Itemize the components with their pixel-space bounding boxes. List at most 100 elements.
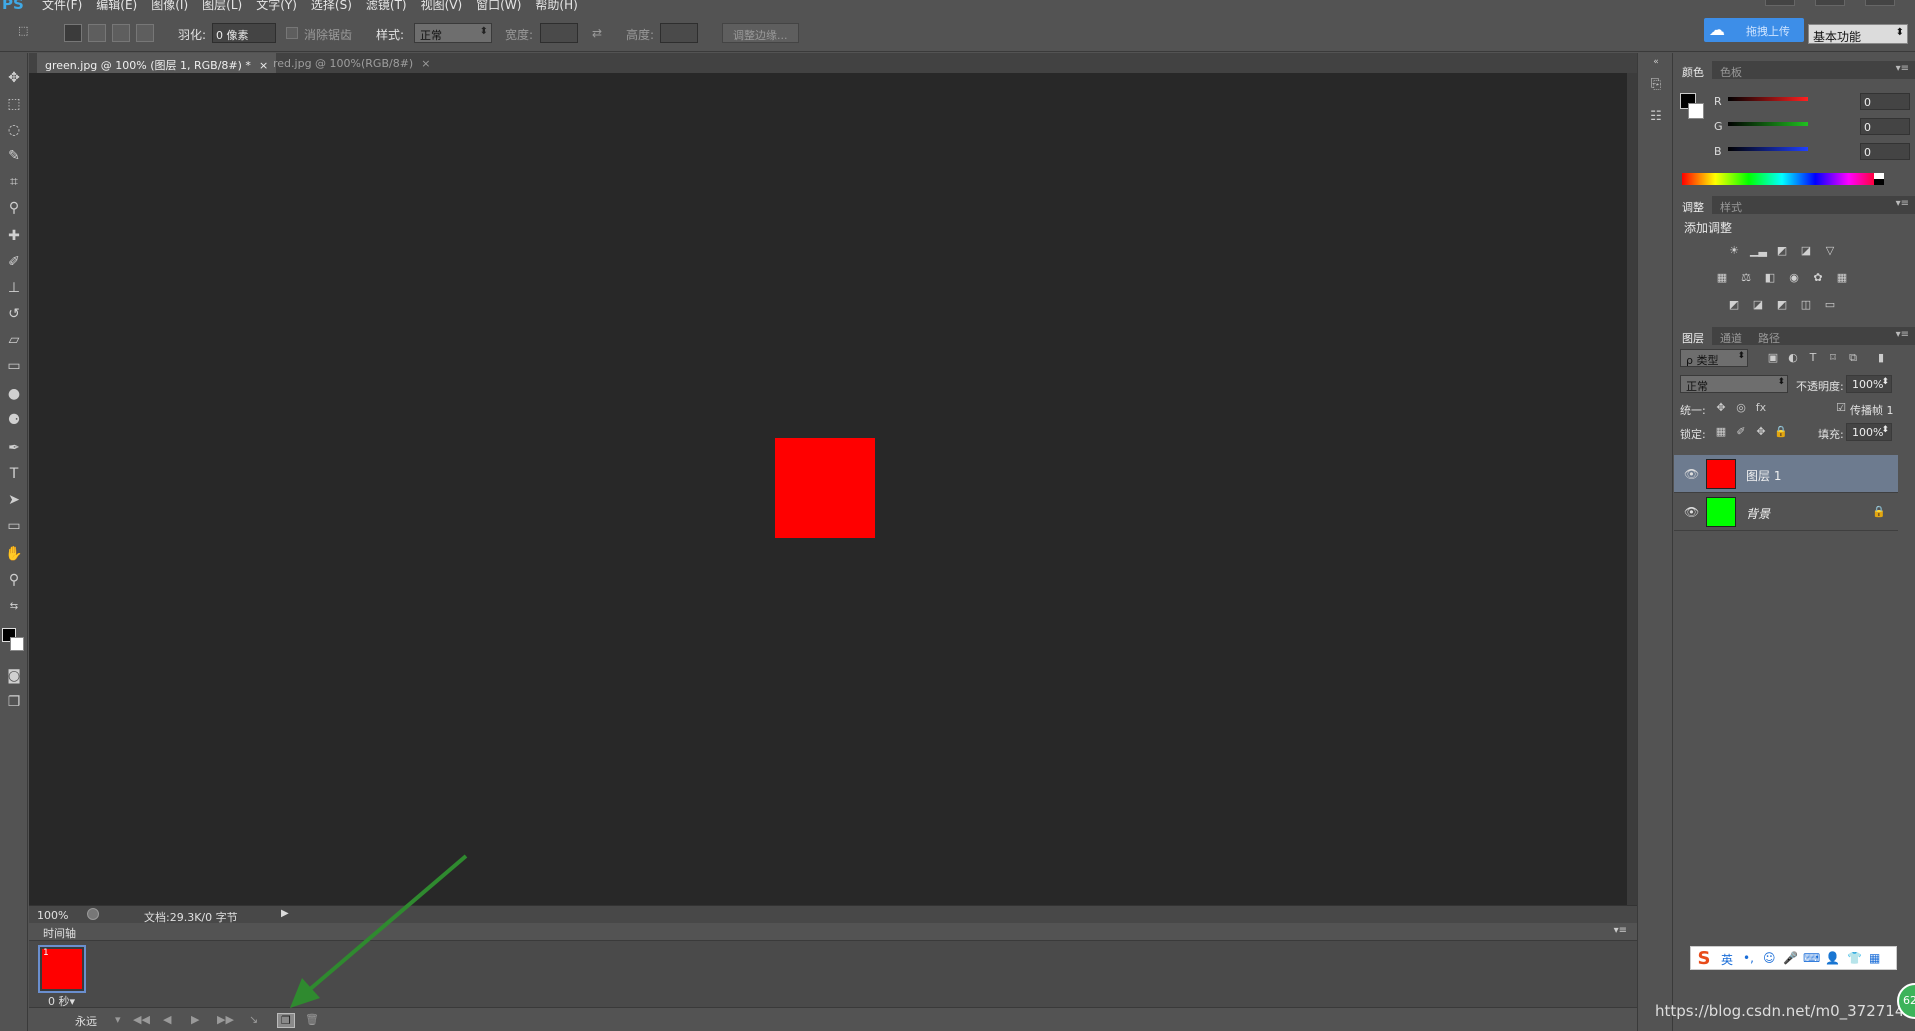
path-select-tool-icon[interactable]: ➤ — [3, 489, 25, 511]
filter-shape-icon[interactable]: ⌑ — [1826, 351, 1840, 365]
layer-row[interactable]: 👁 背景 🔒 — [1674, 493, 1898, 531]
lock-position-icon[interactable]: ✥ — [1754, 425, 1768, 439]
width-input[interactable] — [540, 23, 578, 43]
play-icon[interactable]: ▶ — [191, 1013, 199, 1026]
close-icon[interactable]: × — [421, 57, 430, 70]
collapse-icon[interactable]: « — [1646, 57, 1666, 77]
feather-input[interactable]: 0 像素 — [212, 23, 276, 43]
punctuation-icon[interactable]: •, — [1743, 951, 1754, 965]
lock-transparent-icon[interactable]: ▦ — [1714, 425, 1728, 439]
properties-panel-icon[interactable]: ☷ — [1646, 109, 1666, 129]
visibility-eye-icon[interactable]: 👁 — [1684, 467, 1699, 481]
zoom-tool-icon[interactable]: ⚲ — [3, 569, 25, 591]
channel-mixer-icon[interactable]: ✿ — [1810, 271, 1826, 285]
unify-visibility-icon[interactable]: ◎ — [1734, 401, 1748, 415]
minimize-button[interactable] — [1765, 0, 1795, 6]
filter-type-icon[interactable]: T — [1806, 351, 1820, 365]
new-selection-icon[interactable] — [64, 24, 82, 42]
history-brush-tool-icon[interactable]: ↺ — [3, 303, 25, 325]
tab-paths[interactable]: 路径 — [1750, 327, 1788, 345]
quick-select-tool-icon[interactable]: ✎ — [3, 145, 25, 167]
propagate-checkbox[interactable]: ☑ — [1834, 401, 1848, 415]
gradient-map-icon[interactable]: ▭ — [1822, 298, 1838, 312]
swap-icon[interactable]: ⇄ — [592, 26, 602, 40]
next-frame-icon[interactable]: ▶▶ — [217, 1013, 234, 1026]
fill-input[interactable]: 100% — [1846, 423, 1892, 441]
selective-color-icon[interactable]: ◫ — [1798, 298, 1814, 312]
background-color-swatch[interactable] — [10, 637, 24, 651]
eraser-tool-icon[interactable]: ▱ — [3, 329, 25, 351]
zoom-level[interactable]: 100% — [37, 909, 68, 922]
user-icon[interactable]: 👤 — [1825, 951, 1840, 965]
tab-red-jpg[interactable]: red.jpg @ 100%(RGB/8#) × — [265, 53, 438, 73]
swap-colors-icon[interactable]: ⇆ — [3, 596, 25, 618]
layer-row[interactable]: 👁 图层 1 — [1674, 455, 1898, 493]
prev-frame-icon[interactable]: ◀ — [163, 1013, 171, 1026]
photo-filter-icon[interactable]: ◉ — [1786, 271, 1802, 285]
tab-green-jpg[interactable]: green.jpg @ 100% (图层 1, RGB/8#) * × — [37, 53, 277, 73]
channel-g-slider[interactable] — [1728, 122, 1808, 126]
cloud-upload-button[interactable]: ☁ 拖拽上传 — [1704, 18, 1804, 42]
unify-style-icon[interactable]: fx — [1754, 401, 1768, 415]
shape-tool-icon[interactable]: ▭ — [3, 515, 25, 537]
status-info-icon[interactable] — [87, 908, 99, 920]
color-spectrum[interactable] — [1682, 173, 1882, 185]
refine-edge-button[interactable]: 调整边缘... — [722, 23, 799, 43]
move-tool-icon[interactable]: ✥ — [3, 67, 25, 89]
type-tool-icon[interactable]: T — [3, 463, 25, 485]
gradient-tool-icon[interactable]: ▭ — [3, 355, 25, 377]
menu-edit[interactable]: 编辑(E) — [96, 0, 137, 13]
animation-frame[interactable]: 1 — [38, 945, 86, 993]
hue-saturation-icon[interactable]: ▦ — [1714, 271, 1730, 285]
black-white-swatch[interactable] — [1874, 173, 1884, 185]
healing-brush-tool-icon[interactable]: ✚ — [3, 225, 25, 247]
menu-help[interactable]: 帮助(H) — [535, 0, 577, 13]
blend-mode-select[interactable]: 正常 — [1680, 375, 1788, 393]
screen-mode-icon[interactable]: ❐ — [3, 691, 25, 713]
tween-icon[interactable]: ↘ — [249, 1013, 258, 1026]
menu-type[interactable]: 文字(Y) — [256, 0, 297, 13]
panel-menu-icon[interactable]: ▾≡ — [1896, 198, 1909, 209]
history-panel-icon[interactable]: ⎘ — [1646, 77, 1666, 97]
channel-b-slider[interactable] — [1728, 147, 1808, 151]
antialias-checkbox[interactable] — [286, 27, 298, 39]
timeline-title[interactable]: 时间轴 — [43, 925, 76, 941]
vibrance-icon[interactable]: ▽ — [1822, 244, 1838, 258]
exposure-icon[interactable]: ◪ — [1798, 244, 1814, 258]
visibility-eye-icon[interactable]: 👁 — [1684, 505, 1699, 519]
pen-tool-icon[interactable]: ✒ — [3, 437, 25, 459]
invert-icon[interactable]: ◩ — [1726, 298, 1742, 312]
channel-r-input[interactable]: 0 — [1860, 93, 1910, 110]
loop-dropdown-icon[interactable]: ▾ — [115, 1013, 121, 1026]
vertical-scrollbar[interactable] — [1627, 73, 1637, 905]
add-selection-icon[interactable] — [88, 24, 106, 42]
panel-menu-icon[interactable]: ▾≡ — [1614, 925, 1627, 936]
workspace-select[interactable]: 基本功能 — [1808, 24, 1908, 44]
brightness-icon[interactable]: ☀ — [1726, 244, 1742, 258]
color-balance-icon[interactable]: ⚖ — [1738, 271, 1754, 285]
first-frame-icon[interactable]: ◀◀ — [133, 1013, 150, 1026]
menu-view[interactable]: 视图(V) — [421, 0, 463, 13]
channel-g-input[interactable]: 0 — [1860, 118, 1910, 135]
menu-layer[interactable]: 图层(L) — [202, 0, 242, 13]
crop-tool-icon[interactable]: ⌗ — [3, 171, 25, 193]
intersect-selection-icon[interactable] — [136, 24, 154, 42]
dodge-tool-icon[interactable]: ⚈ — [3, 409, 25, 431]
menu-select[interactable]: 选择(S) — [311, 0, 352, 13]
tab-color[interactable]: 颜色 — [1674, 61, 1712, 79]
filter-toggle-icon[interactable]: ▮ — [1874, 351, 1888, 365]
subtract-selection-icon[interactable] — [112, 24, 130, 42]
unify-position-icon[interactable]: ✥ — [1714, 401, 1728, 415]
toolbox-icon[interactable]: ▦ — [1869, 951, 1880, 965]
layer-filter-select[interactable]: ρ 类型 — [1680, 349, 1748, 367]
maximize-button[interactable] — [1815, 0, 1845, 6]
color-bg-swatch[interactable] — [1688, 103, 1704, 119]
loop-select[interactable]: 永远 — [75, 1013, 97, 1029]
channel-r-slider[interactable] — [1728, 97, 1808, 101]
height-input[interactable] — [660, 23, 698, 43]
posterize-icon[interactable]: ◪ — [1750, 298, 1766, 312]
emoji-icon[interactable]: ☺ — [1763, 951, 1776, 965]
levels-icon[interactable]: ▁▃ — [1750, 244, 1767, 258]
brush-tool-icon[interactable]: ✐ — [3, 251, 25, 273]
threshold-icon[interactable]: ◩ — [1774, 298, 1790, 312]
